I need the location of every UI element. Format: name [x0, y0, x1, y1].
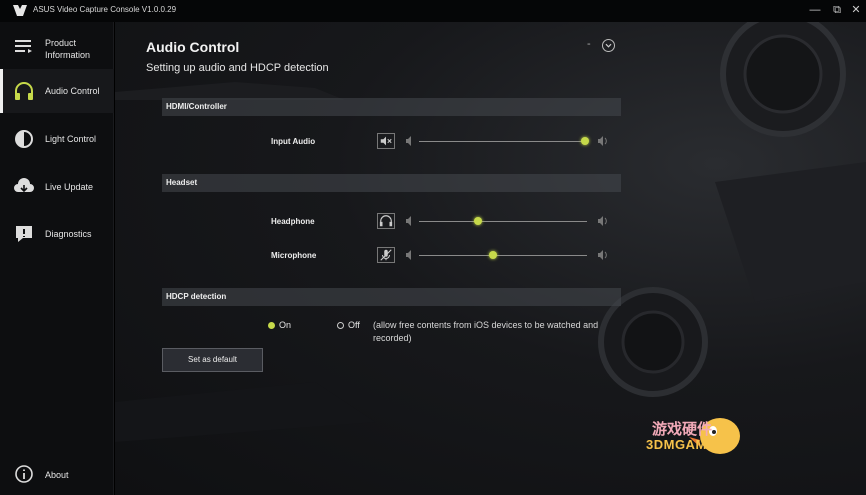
section-hdmi-controller: HDMI/Controller [162, 98, 621, 116]
watermark-text-cn: 游戏硬件 [652, 421, 713, 438]
sidebar-item-about[interactable]: About [0, 452, 114, 495]
input-audio-label: Input Audio [271, 137, 316, 146]
page-subtitle: Setting up audio and HDCP detection [146, 62, 329, 74]
radio-selected-dot [268, 322, 275, 329]
slider-track [419, 255, 587, 256]
volume-high-icon [598, 250, 607, 260]
close-button[interactable]: ✕ [849, 3, 863, 17]
hdcp-on-label: On [279, 320, 292, 330]
volume-high-icon [598, 136, 607, 146]
sidebar: Product Information Audio Control Light … [0, 22, 114, 495]
sidebar-item-label: Diagnostics [45, 229, 92, 239]
microphone-slider[interactable] [405, 249, 615, 261]
section-headset: Headset [162, 174, 621, 192]
title-bar: ASUS Video Capture Console V1.0.0.29 — ⧉… [0, 0, 866, 22]
microphone-muted-icon[interactable] [377, 247, 395, 263]
sidebar-item-live-update[interactable]: Live Update [0, 165, 114, 209]
hdcp-off-radio[interactable]: Off [337, 320, 360, 330]
page-title: Audio Control [146, 39, 240, 55]
sidebar-item-diagnostics[interactable]: Diagnostics [0, 212, 114, 256]
headphones-icon [15, 82, 33, 100]
volume-low-icon [406, 250, 411, 260]
set-as-default-button[interactable]: Set as default [162, 348, 263, 372]
speaker-muted-icon[interactable] [377, 133, 395, 149]
cloud-download-icon [14, 178, 34, 193]
slider-thumb[interactable] [473, 217, 482, 225]
microphone-label: Microphone [271, 251, 317, 260]
input-audio-slider[interactable] [405, 135, 615, 147]
sidebar-item-label: Audio Control [45, 86, 100, 96]
main-panel: Audio Control Setting up audio and HDCP … [115, 22, 866, 495]
sidebar-item-label: Live Update [45, 182, 94, 192]
slider-track [419, 141, 587, 142]
restore-button[interactable]: ⧉ [830, 3, 844, 17]
lighting-icon [15, 130, 33, 148]
sidebar-item-label: Product Information [45, 38, 91, 60]
hdcp-on-radio[interactable]: On [268, 320, 291, 330]
sidebar-item-label: About [45, 470, 69, 480]
sidebar-item-light-control[interactable]: Light Control [0, 117, 114, 161]
slider-thumb[interactable] [488, 251, 497, 259]
alert-icon [16, 226, 32, 242]
slider-track [419, 221, 587, 222]
watermark-text-en: 3DMGAME [646, 437, 716, 452]
sidebar-item-product-information[interactable]: Product Information [0, 30, 114, 74]
minimize-button[interactable]: — [808, 3, 822, 17]
list-icon [15, 40, 32, 53]
volume-high-icon [598, 216, 607, 226]
sidebar-item-audio-control[interactable]: Audio Control [0, 69, 114, 113]
collapse-button[interactable]: - [587, 38, 591, 50]
headset-icon[interactable] [377, 213, 395, 229]
slider-thumb[interactable] [581, 137, 590, 145]
hdcp-off-label: Off [348, 320, 360, 330]
section-hdcp-detection: HDCP detection [162, 288, 621, 306]
sidebar-item-label: Light Control [45, 134, 97, 144]
radio-unselected-dot [337, 322, 344, 329]
window-title: ASUS Video Capture Console V1.0.0.29 [33, 5, 177, 14]
chevron-down-icon[interactable] [602, 39, 615, 52]
hdcp-note: (allow free contents from iOS devices to… [373, 320, 599, 343]
volume-low-icon [406, 136, 411, 146]
volume-low-icon [406, 216, 411, 226]
headphone-slider[interactable] [405, 215, 615, 227]
info-icon [15, 465, 33, 483]
headphone-label: Headphone [271, 217, 315, 226]
app-logo-icon [13, 5, 27, 16]
